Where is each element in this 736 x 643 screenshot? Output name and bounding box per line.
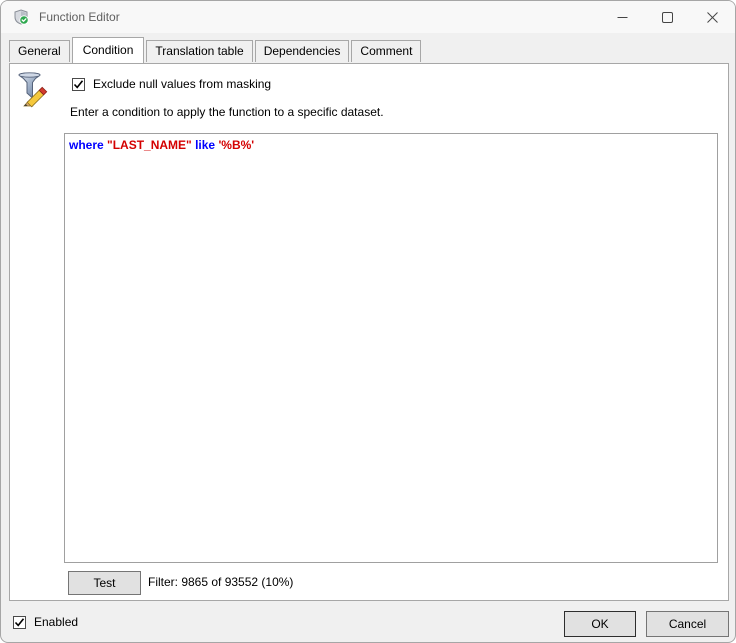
maximize-icon [662, 11, 673, 23]
condition-editor[interactable]: where "LAST_NAME" like '%B%' [64, 133, 718, 563]
instruction-text: Enter a condition to apply the function … [70, 105, 384, 119]
exclude-null-checkbox-label: Exclude null values from masking [93, 77, 272, 91]
condition-tab-page: Exclude null values from masking Enter a… [9, 63, 729, 601]
close-button[interactable] [690, 1, 735, 33]
ok-button[interactable]: OK [564, 611, 636, 637]
cancel-button[interactable]: Cancel [646, 611, 729, 637]
tab-general[interactable]: General [9, 40, 70, 62]
sql-identifier: "LAST_NAME" [103, 138, 192, 152]
checkmark-icon [73, 79, 84, 89]
function-editor-dialog: Function Editor General Condition Transl… [0, 0, 736, 643]
filter-status-text: Filter: 9865 of 93552 (10%) [148, 575, 294, 589]
minimize-button[interactable] [600, 1, 645, 33]
close-icon [707, 11, 718, 23]
enabled-checkbox-row: Enabled [13, 615, 78, 629]
enabled-checkbox-label: Enabled [34, 615, 79, 629]
sql-keyword: where [69, 138, 104, 152]
tab-translation-table[interactable]: Translation table [146, 40, 253, 62]
tab-strip: General Condition Translation table Depe… [9, 37, 423, 63]
condition-code: where "LAST_NAME" like '%B%' [69, 137, 254, 153]
window-controls [600, 1, 735, 33]
minimize-icon [617, 16, 628, 18]
exclude-null-checkbox-row: Exclude null values from masking [72, 77, 271, 91]
window-title: Function Editor [39, 10, 120, 24]
maximize-button[interactable] [645, 1, 690, 33]
tab-condition[interactable]: Condition [71, 37, 145, 63]
checkmark-icon [14, 617, 25, 627]
enabled-checkbox[interactable] [13, 615, 26, 629]
shield-check-icon [13, 9, 29, 25]
exclude-null-checkbox[interactable] [72, 77, 85, 91]
sql-string: '%B%' [215, 138, 255, 152]
filter-edit-icon [14, 72, 50, 108]
tab-comment[interactable]: Comment [351, 40, 422, 62]
tab-dependencies[interactable]: Dependencies [254, 40, 350, 62]
sql-keyword: like [191, 138, 216, 152]
test-button[interactable]: Test [68, 571, 141, 595]
title-bar: Function Editor [1, 1, 735, 33]
